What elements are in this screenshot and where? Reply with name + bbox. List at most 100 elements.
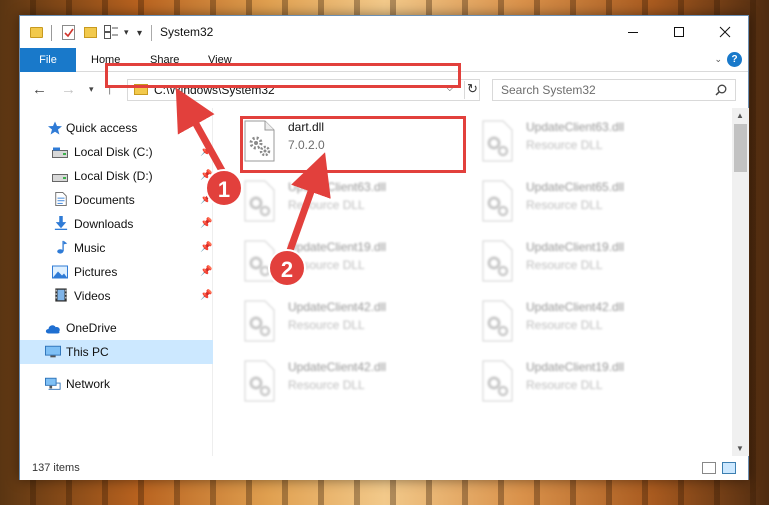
sidebar-item-label: Quick access [66, 121, 138, 135]
details-view-icon[interactable] [702, 462, 716, 474]
file-description: Resource DLL [526, 318, 603, 332]
chevron-down-icon[interactable]: ▾ [124, 27, 129, 38]
sidebar-item-label: Downloads [74, 217, 134, 231]
file-name: UpdateClient42.dll [288, 360, 387, 374]
drive-icon [52, 147, 68, 158]
navigation-pane: Quick access Local Disk (C:) 📌 Local Dis… [20, 108, 213, 456]
minimize-button[interactable] [610, 16, 656, 48]
drive-icon [52, 174, 68, 182]
search-icon [715, 84, 727, 96]
pictures-icon [52, 265, 68, 279]
star-icon [48, 121, 62, 135]
file-tile[interactable]: UpdateClient42.dll Resource DLL [216, 294, 446, 346]
sidebar-item-label: Local Disk (D:) [74, 169, 153, 183]
file-name: UpdateClient42.dll [288, 300, 387, 314]
onedrive-icon [45, 325, 60, 334]
file-tile[interactable]: UpdateClient19.dll Resource DLL [216, 234, 446, 286]
step-badge-2: 2 [268, 249, 306, 287]
sidebar-item-label: OneDrive [66, 321, 117, 335]
title-bar: ▾ ▾ System32 [20, 16, 748, 48]
sidebar-item-label: Music [74, 241, 106, 255]
file-name: UpdateClient19.dll [288, 240, 387, 254]
divider [51, 25, 52, 41]
documents-icon [55, 192, 67, 206]
back-arrow-icon[interactable]: ← [32, 81, 47, 98]
pin-icon[interactable]: 📌 [200, 218, 212, 229]
divider [151, 25, 152, 41]
network-icon [45, 377, 61, 390]
sidebar-item-label: Network [66, 377, 111, 391]
dll-file-gear-icon [482, 180, 513, 222]
file-name: UpdateClient19.dll [526, 240, 625, 254]
search-placeholder: Search System32 [501, 83, 596, 97]
vertical-scrollbar[interactable]: ▲ ▼ [732, 108, 749, 456]
expand-ribbon-icon[interactable]: ⌄ [714, 54, 722, 65]
scrollbar-thumb[interactable] [734, 124, 747, 172]
file-tile[interactable]: UpdateClient19.dll Resource DLL [454, 234, 684, 286]
sidebar-item-documents[interactable]: Documents 📌 [20, 188, 213, 212]
file-tile[interactable]: UpdateClient63.dll Resource DLL [454, 114, 684, 166]
dll-file-gear-icon [482, 240, 513, 282]
pin-icon[interactable]: 📌 [200, 242, 212, 253]
refresh-icon[interactable]: ↻ [464, 81, 480, 99]
videos-icon [55, 288, 67, 302]
sidebar-item-onedrive[interactable]: OneDrive [20, 316, 213, 340]
dart-dll-highlight [240, 116, 466, 173]
file-description: Resource DLL [288, 198, 365, 212]
pin-icon[interactable]: 📌 [200, 290, 212, 301]
scroll-up-icon[interactable]: ▲ [736, 111, 744, 120]
pin-icon[interactable]: 📌 [200, 266, 212, 277]
file-name: UpdateClient65.dll [526, 180, 625, 194]
file-tile[interactable]: UpdateClient65.dll Resource DLL [454, 174, 684, 226]
sidebar-item-quick-access[interactable]: Quick access [20, 116, 213, 140]
dll-file-gear-icon [482, 300, 513, 342]
status-bar: 137 items [20, 457, 748, 480]
dll-file-gear-icon [482, 120, 513, 162]
file-name: UpdateClient63.dll [288, 180, 387, 194]
properties-check-icon[interactable] [62, 25, 75, 40]
file-description: Resource DLL [526, 258, 603, 272]
close-button[interactable] [702, 16, 748, 48]
new-folder-icon[interactable] [84, 27, 97, 38]
sidebar-item-label: Pictures [74, 265, 118, 279]
scroll-down-icon[interactable]: ▼ [736, 444, 744, 453]
sidebar-item-music[interactable]: Music 📌 [20, 236, 213, 260]
maximize-button[interactable] [656, 16, 702, 48]
address-bar-highlight [105, 63, 461, 88]
pin-icon[interactable]: 📌 [200, 146, 212, 157]
sidebar-item-this-pc[interactable]: This PC [20, 340, 213, 364]
help-icon[interactable]: ? [727, 52, 742, 67]
large-icons-view-icon[interactable] [722, 462, 736, 474]
search-input[interactable]: Search System32 [492, 79, 736, 101]
recent-locations-chevron-icon[interactable]: ▾ [89, 84, 94, 95]
file-name: UpdateClient42.dll [526, 300, 625, 314]
file-description: Resource DLL [288, 378, 365, 392]
dll-file-gear-icon [244, 180, 275, 222]
file-name: UpdateClient63.dll [526, 120, 625, 134]
dll-file-gear-icon [244, 300, 275, 342]
customize-toolbar-icon[interactable] [104, 25, 119, 39]
sidebar-item-pictures[interactable]: Pictures 📌 [20, 260, 213, 284]
file-tile[interactable]: UpdateClient42.dll Resource DLL [216, 354, 446, 406]
sidebar-item-label: Videos [74, 289, 111, 303]
file-tile[interactable]: UpdateClient42.dll Resource DLL [454, 294, 684, 346]
sidebar-item-local-disk-d[interactable]: Local Disk (D:) 📌 [20, 164, 213, 188]
sidebar-item-videos[interactable]: Videos 📌 [20, 284, 213, 308]
pc-icon [45, 345, 61, 358]
sidebar-item-network[interactable]: Network [20, 372, 213, 396]
dll-file-gear-icon [482, 360, 513, 402]
item-count: 137 items [32, 462, 80, 474]
folder-icon [30, 27, 43, 38]
sidebar-item-label: Documents [74, 193, 135, 207]
file-tile[interactable]: UpdateClient63.dll Resource DLL [216, 174, 446, 226]
file-description: Resource DLL [526, 378, 603, 392]
sidebar-item-label: Local Disk (C:) [74, 145, 153, 159]
downloads-icon [54, 216, 68, 230]
sidebar-item-downloads[interactable]: Downloads 📌 [20, 212, 213, 236]
file-tile[interactable]: UpdateClient19.dll Resource DLL [454, 354, 684, 406]
forward-arrow-icon[interactable]: → [61, 81, 76, 98]
dll-file-gear-icon [244, 360, 275, 402]
quick-access-toolbar-dropdown-icon[interactable]: ▾ [137, 28, 142, 39]
tab-file[interactable]: File [20, 48, 76, 72]
sidebar-item-local-disk-c[interactable]: Local Disk (C:) 📌 [20, 140, 213, 164]
